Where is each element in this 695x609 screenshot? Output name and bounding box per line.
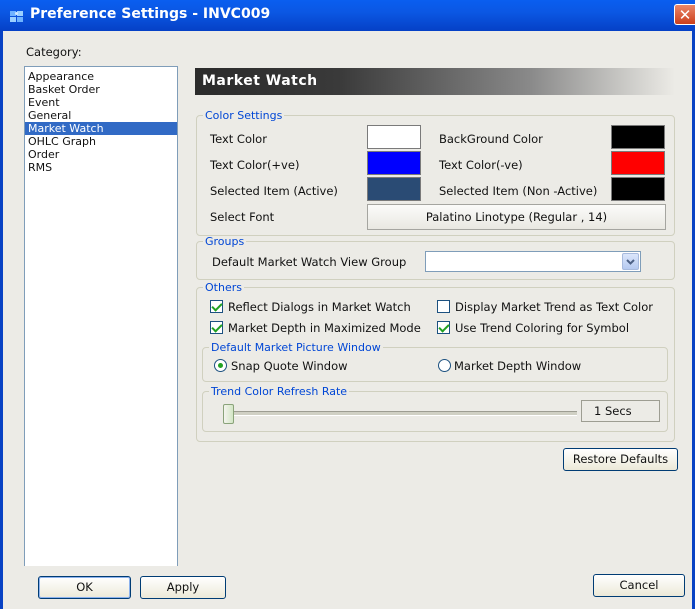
apply-label: Apply (166, 580, 200, 594)
select-font-label: Select Font (210, 210, 275, 224)
market-depth-label: Market Depth Window (454, 359, 582, 373)
selected-inactive-swatch[interactable] (611, 177, 665, 201)
restore-defaults-label: Restore Defaults (572, 452, 669, 466)
reflect-dialogs-checkbox[interactable] (210, 300, 223, 313)
category-item-basket-order[interactable]: Basket Order (25, 83, 177, 96)
category-item-market-watch[interactable]: Market Watch (25, 122, 177, 135)
text-color-swatch[interactable] (367, 125, 421, 149)
close-button[interactable]: ✕ (674, 4, 695, 25)
cancel-button[interactable]: Cancel (593, 574, 685, 597)
refresh-rate-slider-track[interactable] (230, 411, 577, 416)
apply-button[interactable]: Apply (140, 576, 226, 599)
puzzle-app-icon (10, 11, 23, 22)
selected-inactive-label: Selected Item (Non -Active) (439, 184, 598, 198)
groups-legend: Groups (205, 235, 245, 248)
selected-active-swatch[interactable] (367, 177, 421, 201)
window-title: Preference Settings - INVC009 (30, 6, 271, 22)
reflect-dialogs-label: Reflect Dialogs in Market Watch (228, 300, 411, 314)
title-bar: Preference Settings - INVC009 ✕ (0, 0, 695, 31)
default-view-group-select[interactable] (425, 251, 641, 272)
category-list[interactable]: Appearance Basket Order Event General Ma… (24, 66, 178, 569)
others-legend: Others (205, 281, 242, 294)
market-depth-radio[interactable] (438, 359, 451, 372)
window-frame-left (0, 31, 3, 609)
market-depth-maximized-label: Market Depth in Maximized Mode (228, 321, 421, 335)
select-font-button[interactable]: Palatino Linotype (Regular , 14) (367, 204, 666, 230)
text-color-label: Text Color (210, 132, 267, 146)
close-icon: ✕ (678, 6, 692, 24)
background-color-label: BackGround Color (439, 132, 543, 146)
text-color-negative-swatch[interactable] (611, 151, 665, 175)
chevron-down-icon (626, 259, 635, 265)
ok-label: OK (76, 580, 93, 594)
display-trend-text-label: Display Market Trend as Text Color (455, 300, 653, 314)
market-depth-maximized-checkbox[interactable] (210, 321, 223, 334)
restore-defaults-button[interactable]: Restore Defaults (563, 448, 678, 471)
trend-coloring-symbol-label: Use Trend Coloring for Symbol (455, 321, 630, 335)
snap-quote-label: Snap Quote Window (231, 359, 348, 373)
trend-coloring-symbol-checkbox[interactable] (437, 321, 450, 334)
category-item-appearance[interactable]: Appearance (25, 70, 177, 83)
ok-button[interactable]: OK (38, 576, 131, 599)
dropdown-arrow-button[interactable] (622, 253, 639, 270)
display-trend-text-checkbox[interactable] (437, 300, 450, 313)
background-color-swatch[interactable] (611, 125, 665, 149)
refresh-rate-slider-thumb[interactable] (223, 404, 234, 424)
cancel-label: Cancel (619, 578, 659, 592)
default-view-group-label: Default Market Watch View Group (212, 255, 407, 269)
panel-title: Market Watch (195, 68, 675, 95)
color-settings-legend: Color Settings (205, 109, 283, 122)
category-item-rms[interactable]: RMS (25, 161, 177, 174)
picture-window-legend: Default Market Picture Window (211, 341, 381, 354)
category-item-event[interactable]: Event (25, 96, 177, 109)
text-color-negative-label: Text Color(-ve) (439, 158, 523, 172)
refresh-rate-legend: Trend Color Refresh Rate (211, 385, 348, 398)
text-color-positive-label: Text Color(+ve) (210, 158, 300, 172)
category-item-general[interactable]: General (25, 109, 177, 122)
refresh-rate-value: 1 Secs (581, 400, 660, 422)
snap-quote-radio[interactable] (214, 359, 227, 372)
category-label: Category: (26, 45, 82, 59)
text-color-positive-swatch[interactable] (367, 151, 421, 175)
category-item-ohlc-graph[interactable]: OHLC Graph (25, 135, 177, 148)
category-item-order[interactable]: Order (25, 148, 177, 161)
selected-active-label: Selected Item (Active) (210, 184, 338, 198)
